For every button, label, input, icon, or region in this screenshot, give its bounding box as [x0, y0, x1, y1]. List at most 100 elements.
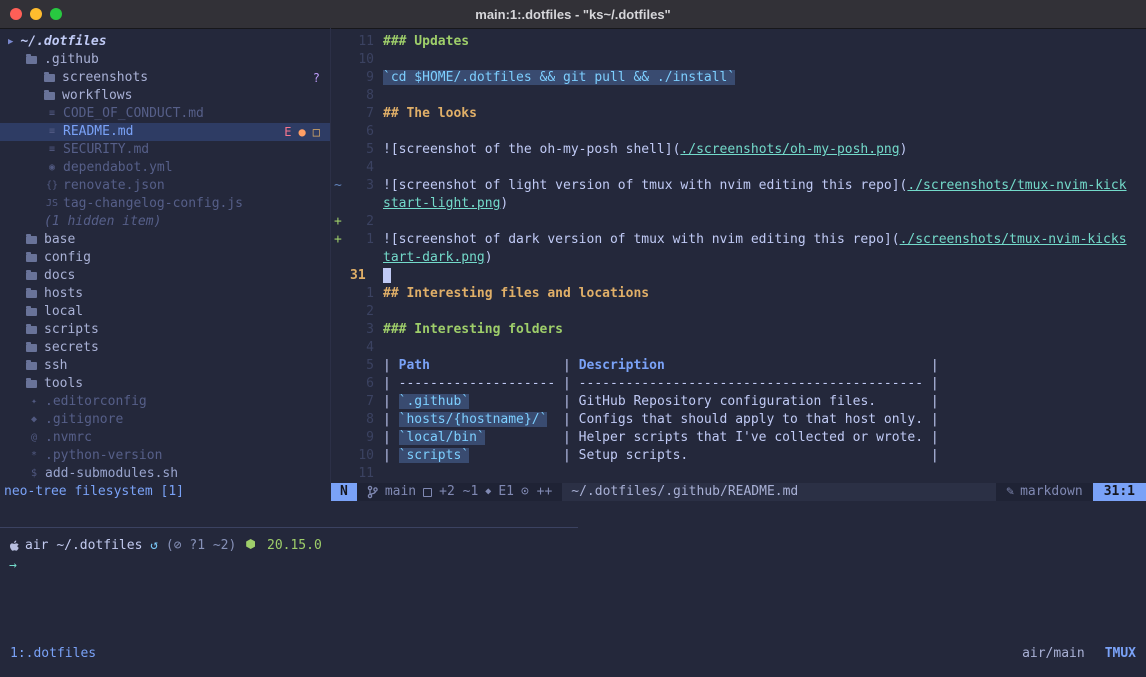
text-segment: Description	[579, 358, 665, 373]
gutter-sign	[331, 123, 350, 141]
tree-item-label: secrets	[44, 339, 99, 357]
line-text: | -------------------- | ---------------…	[383, 375, 939, 393]
tree-item[interactable]: workflows	[0, 87, 330, 105]
text-segment: ### Interesting folders	[383, 322, 563, 337]
terminal-window: main:1:.dotfiles - "ks~/.dotfiles" ▶ ~/.d…	[0, 0, 1146, 677]
text-segment: ### Updates	[383, 34, 469, 49]
gutter-sign	[331, 159, 350, 177]
prompt-arrow[interactable]: →	[9, 557, 17, 575]
editor-line[interactable]: 10	[331, 51, 1146, 69]
text-segment: Path	[399, 358, 430, 373]
file-icon-json: {}	[44, 177, 60, 195]
editor-line[interactable]: 2	[331, 303, 1146, 321]
editor-line[interactable]: 5![screenshot of the oh-my-posh shell](.…	[331, 141, 1146, 159]
tree-item[interactable]: (1 hidden item)	[0, 213, 330, 231]
tree-item[interactable]: docs	[0, 267, 330, 285]
git-modified-badge: ●	[299, 123, 306, 141]
line-number	[350, 195, 374, 213]
editor-buffer[interactable]: 11 ### Updates 10 9`cd $HOME/.dotfiles &&…	[331, 28, 1146, 483]
tmux-pane-divider[interactable]	[0, 527, 578, 528]
close-button[interactable]	[10, 8, 22, 20]
editor-line[interactable]: 1## Interesting files and locations	[331, 285, 1146, 303]
tree-item[interactable]: scripts	[0, 321, 330, 339]
editor-line[interactable]: 4	[331, 159, 1146, 177]
zoom-button[interactable]	[50, 8, 62, 20]
tree-item[interactable]: ◆.gitignore	[0, 411, 330, 429]
editor-line[interactable]: 3### Interesting folders	[331, 321, 1146, 339]
gutter-sign	[331, 393, 350, 411]
tree-item-label: ssh	[44, 357, 67, 375]
titlebar[interactable]: main:1:.dotfiles - "ks~/.dotfiles"	[0, 0, 1146, 29]
text-segment: `cd $HOME/.dotfiles && git pull && ./ins…	[383, 70, 735, 85]
text-segment: |	[383, 394, 399, 409]
tree-item[interactable]: JStag-changelog-config.js	[0, 195, 330, 213]
text-segment: `scripts`	[399, 448, 469, 463]
editor-line[interactable]: +1![screenshot of dark version of tmux w…	[331, 231, 1146, 249]
text-segment: |	[383, 412, 399, 427]
tree-item[interactable]: .github	[0, 51, 330, 69]
tree-item-label: tools	[44, 375, 83, 393]
line-number: 8	[350, 411, 374, 429]
editor-line[interactable]: 11	[331, 465, 1146, 483]
folder-icon	[26, 272, 37, 280]
editor-line[interactable]: 6| -------------------- | --------------…	[331, 375, 1146, 393]
tree-item[interactable]: ≡SECURITY.md	[0, 141, 330, 159]
tree-item[interactable]: ▶ ~/.dotfiles	[0, 33, 330, 51]
minimize-button[interactable]	[30, 8, 42, 20]
tree-item[interactable]: *.python-version	[0, 447, 330, 465]
tree-item-label: CODE_OF_CONDUCT.md	[63, 105, 204, 123]
line-number: 11	[350, 33, 374, 51]
folder-icon	[26, 380, 37, 388]
editor-line[interactable]: 4	[331, 339, 1146, 357]
tree-item[interactable]: ✦.editorconfig	[0, 393, 330, 411]
tree-item-label: ~/.dotfiles	[20, 33, 106, 51]
gutter-sign	[331, 141, 350, 159]
editor-line[interactable]: 7## The looks	[331, 105, 1146, 123]
tree-item[interactable]: ≡README.mdE●□	[0, 123, 330, 141]
editor-line[interactable]: 9| `local/bin` | Helper scripts that I'v…	[331, 429, 1146, 447]
tree-item[interactable]: config	[0, 249, 330, 267]
tree-item[interactable]: secrets	[0, 339, 330, 357]
apple-icon	[9, 540, 20, 553]
gutter-sign	[331, 375, 350, 393]
expand-chevron-icon: ▶	[8, 33, 13, 51]
editor-line[interactable]: start-light.png)	[331, 195, 1146, 213]
tree-item-label: renovate.json	[63, 177, 165, 195]
tree-item[interactable]: ssh	[0, 357, 330, 375]
tree-item[interactable]: ≡CODE_OF_CONDUCT.md	[0, 105, 330, 123]
tree-item[interactable]: tools	[0, 375, 330, 393]
editor-line[interactable]: 11 ### Updates	[331, 33, 1146, 51]
editor-line[interactable]: 31	[331, 267, 1146, 285]
prompt-segments: air ~/.dotfiles ↺ (⊘ ?1 ~2) 20.15.0	[25, 537, 322, 555]
mode-indicator: N	[331, 483, 357, 501]
text-segment: | GitHub Repository configuration files.…	[469, 394, 939, 409]
tree-item[interactable]: @.nvmrc	[0, 429, 330, 447]
lualine-statusline: N main +2 ~1 ◆ E1 ⊙ ++ ~/.dotfiles/.gith…	[331, 483, 1146, 501]
gutter-sign	[331, 339, 350, 357]
tree-item[interactable]: local	[0, 303, 330, 321]
tree-item[interactable]: base	[0, 231, 330, 249]
editor-line[interactable]: ~3![screenshot of light version of tmux …	[331, 177, 1146, 195]
tmux-window-name[interactable]: 1:.dotfiles	[10, 644, 96, 664]
git-branch-name: main	[385, 483, 416, 501]
folder-icon	[44, 74, 55, 82]
line-number: 1	[350, 231, 374, 249]
editor-line[interactable]: 8| `hosts/{hostname}/` | Configs that sh…	[331, 411, 1146, 429]
editor-line[interactable]: 6	[331, 123, 1146, 141]
tree-item[interactable]: {}renovate.json	[0, 177, 330, 195]
tree-item[interactable]: $add-submodules.sh	[0, 465, 330, 483]
filetype-label: markdown	[1020, 483, 1083, 501]
tree-item[interactable]: hosts	[0, 285, 330, 303]
tree-item[interactable]: screenshots?	[0, 69, 330, 87]
text-segment: ./screenshots/tmux-nvim-kicks	[900, 232, 1127, 247]
editor-line[interactable]: tart-dark.png)	[331, 249, 1146, 267]
editor-line[interactable]: 7| `.github` | GitHub Repository configu…	[331, 393, 1146, 411]
editor-line[interactable]: 5| Path | Description |	[331, 357, 1146, 375]
editor-line[interactable]: 8	[331, 87, 1146, 105]
editor-line[interactable]: +2	[331, 213, 1146, 231]
tree-item[interactable]: ◉dependabot.yml	[0, 159, 330, 177]
gutter-sign	[331, 465, 350, 483]
editor-line[interactable]: 9`cd $HOME/.dotfiles && git pull && ./in…	[331, 69, 1146, 87]
editor-line[interactable]: 10| `scripts` | Setup scripts. |	[331, 447, 1146, 465]
line-number: 3	[350, 177, 374, 195]
